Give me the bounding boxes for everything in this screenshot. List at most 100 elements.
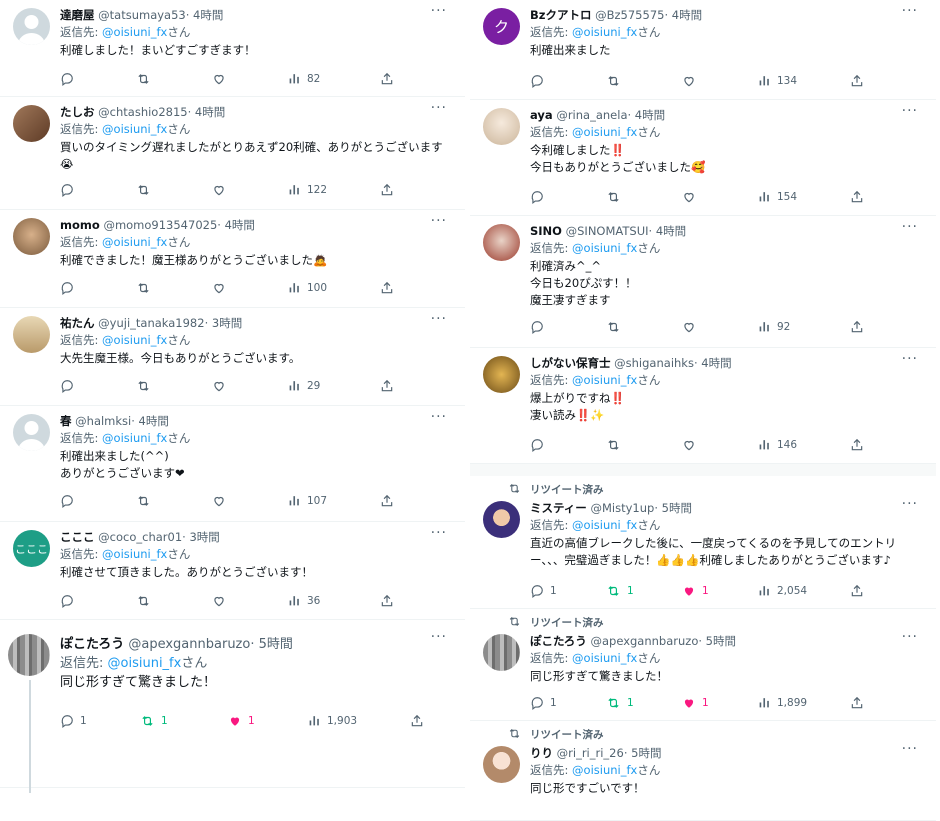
display-name[interactable]: しがない保育士 (530, 356, 611, 370)
tweet-reply-button[interactable] (530, 74, 544, 88)
tweet-reply-button[interactable] (530, 190, 544, 204)
tweet-like-button[interactable] (682, 320, 696, 334)
tweet-like-button[interactable]: 1 (682, 696, 709, 710)
timestamp[interactable]: · 4時間 (664, 8, 702, 22)
more-options-button[interactable]: ··· (431, 3, 447, 19)
timestamp[interactable]: · 4時間 (628, 108, 666, 122)
reply-to-link[interactable]: @oisiuni_fx (102, 431, 167, 445)
tweet-retweet-button[interactable] (136, 594, 151, 608)
tweet-share-button[interactable] (380, 281, 394, 295)
avatar[interactable] (483, 746, 520, 783)
tweet-share-button[interactable] (380, 594, 394, 608)
user-handle[interactable]: @shiganaihks (614, 356, 694, 370)
display-name[interactable]: Bzクアトロ (530, 8, 591, 22)
tweet-share-button[interactable] (380, 72, 394, 86)
timestamp[interactable]: · 4時間 (694, 356, 732, 370)
tweet-reply-button[interactable] (60, 379, 74, 393)
tweet-retweet-button[interactable] (136, 281, 151, 295)
avatar[interactable] (483, 356, 520, 393)
tweet-views-button[interactable]: 100 (288, 281, 327, 294)
more-options-button[interactable]: ··· (902, 219, 918, 235)
tweet-retweet-button[interactable]: 1 (140, 714, 168, 728)
tweet-like-button[interactable]: 1 (682, 584, 709, 598)
tweet[interactable]: momo @momo913547025· 4時間 ··· 返信先: @oisiuni… (0, 210, 465, 308)
tweet-like-button[interactable] (212, 379, 226, 393)
tweet-reply-button[interactable]: 1 (530, 584, 557, 598)
tweet-reply-button[interactable] (530, 320, 544, 334)
tweet-like-button[interactable] (212, 183, 226, 197)
tweet-share-button[interactable] (850, 190, 864, 204)
tweet-share-button[interactable] (850, 74, 864, 88)
tweet-share-button[interactable] (850, 696, 864, 710)
user-handle[interactable]: @coco_char01 (98, 530, 182, 544)
tweet-retweet-button[interactable] (606, 438, 621, 452)
tweet-share-button[interactable] (410, 714, 424, 728)
timestamp[interactable]: · 4時間 (217, 218, 255, 232)
more-options-button[interactable]: ··· (431, 525, 447, 541)
more-options-button[interactable]: ··· (902, 741, 918, 757)
tweet-like-button[interactable] (682, 74, 696, 88)
reply-to-link[interactable]: @oisiuni_fx (572, 518, 637, 532)
timestamp[interactable]: · 5時間 (624, 746, 662, 760)
tweet-views-button[interactable]: 146 (758, 438, 797, 451)
tweet[interactable]: 祐たん @yuji_tanaka1982· 3時間 ··· 返信先: @oisiun… (0, 308, 465, 406)
display-name[interactable]: SINO (530, 224, 562, 238)
more-options-button[interactable]: ··· (902, 629, 918, 645)
avatar[interactable] (13, 316, 50, 353)
user-handle[interactable]: @rina_anela (556, 108, 627, 122)
tweet-like-button[interactable] (212, 494, 226, 508)
tweet-share-button[interactable] (850, 320, 864, 334)
more-options-button[interactable]: ··· (431, 100, 447, 116)
more-options-button[interactable]: ··· (902, 103, 918, 119)
tweet-reply-button[interactable] (60, 494, 74, 508)
reply-to-link[interactable]: @oisiuni_fx (102, 25, 167, 39)
tweet[interactable]: SINO @SINOMATSUI· 4時間 ··· 返信先: @oisiuni_fx… (470, 216, 936, 348)
tweet-like-button[interactable] (212, 72, 226, 86)
tweet-share-button[interactable] (380, 183, 394, 197)
timestamp[interactable]: · 5時間 (250, 637, 293, 652)
avatar[interactable] (13, 8, 50, 45)
more-options-button[interactable]: ··· (431, 409, 447, 425)
more-options-button[interactable]: ··· (902, 496, 918, 512)
tweet[interactable]: たしお @chtashio2815· 4時間 ··· 返信先: @oisiuni_f… (0, 97, 465, 210)
tweet-share-button[interactable] (850, 438, 864, 452)
avatar[interactable] (13, 414, 50, 451)
tweet[interactable]: aya @rina_anela· 4時間 ··· 返信先: @oisiuni_fxさ… (470, 100, 936, 216)
tweet[interactable]: リツイート済み ミスティー @Misty1up· 5時間 ··· 返信先: @oisi… (470, 476, 936, 609)
tweet-retweet-button[interactable] (136, 494, 151, 508)
display-name[interactable]: りり (530, 746, 553, 760)
tweet-retweet-button[interactable] (136, 183, 151, 197)
user-handle[interactable]: @Misty1up (590, 501, 654, 515)
reply-to-link[interactable]: @oisiuni_fx (572, 651, 637, 665)
more-options-button[interactable]: ··· (902, 3, 918, 19)
tweet-like-button[interactable] (212, 594, 226, 608)
tweet-like-button[interactable] (682, 190, 696, 204)
user-handle[interactable]: @momo913547025 (103, 218, 217, 232)
tweet-like-button[interactable] (682, 438, 696, 452)
user-handle[interactable]: @Bz575575 (595, 8, 664, 22)
display-name[interactable]: 祐たん (60, 316, 95, 330)
tweet[interactable]: しがない保育士 @shiganaihks· 4時間 ··· 返信先: @oisiun… (470, 348, 936, 464)
tweet[interactable]: こここ こここ @coco_char01· 3時間 ··· 返信先: @oisiuni… (0, 522, 465, 620)
avatar[interactable] (13, 105, 50, 142)
tweet-reply-button[interactable]: 1 (530, 696, 557, 710)
tweet-reply-button[interactable]: 1 (60, 714, 87, 728)
tweet[interactable]: リツイート済み ぽこたろう @apexgannbaruzo· 5時間 ··· 返信先:… (470, 609, 936, 721)
avatar[interactable]: こここ (13, 530, 50, 567)
tweet-views-button[interactable]: 82 (288, 72, 320, 85)
tweet-views-button[interactable]: 154 (758, 190, 797, 203)
avatar[interactable] (483, 108, 520, 145)
timestamp[interactable]: · 4時間 (131, 414, 169, 428)
tweet-like-button[interactable]: 1 (228, 714, 255, 728)
timestamp[interactable]: · 3時間 (205, 316, 243, 330)
reply-to-link[interactable]: @oisiuni_fx (102, 333, 167, 347)
tweet-retweet-button[interactable]: 1 (606, 696, 634, 710)
avatar[interactable] (483, 634, 520, 671)
tweet-views-button[interactable]: 92 (758, 320, 790, 333)
display-name[interactable]: 春 (60, 414, 72, 428)
tweet[interactable]: ク Bzクアトロ @Bz575575· 4時間 ··· 返信先: @oisiuni_f… (470, 0, 936, 100)
tweet-views-button[interactable]: 107 (288, 494, 327, 507)
user-handle[interactable]: @tatsumaya53 (98, 8, 186, 22)
user-handle[interactable]: @SINOMATSUI (566, 224, 649, 238)
more-options-button[interactable]: ··· (902, 351, 918, 367)
